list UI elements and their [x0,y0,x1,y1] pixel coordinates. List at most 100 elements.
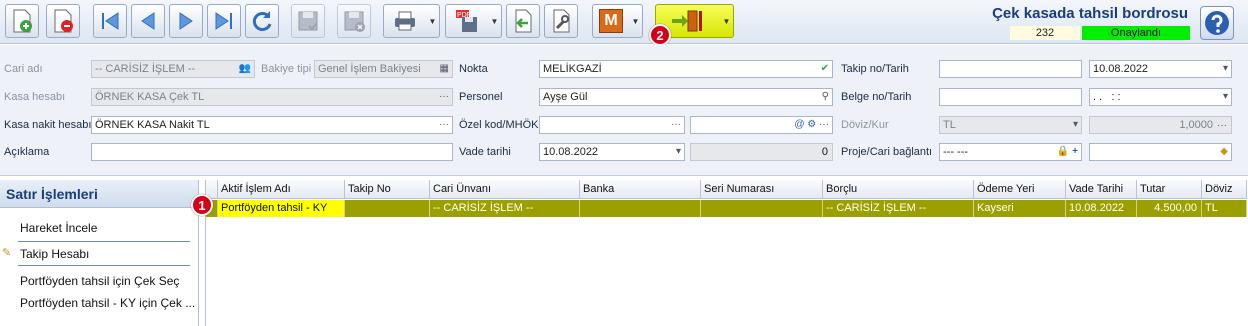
refresh-button[interactable] [245,4,279,38]
first-icon [102,12,119,30]
dropdown-icon: ▾ [1222,63,1228,74]
aciklama-label: Açıklama [4,146,50,158]
nokta-label: Nokta [459,63,488,75]
takip-date-field[interactable]: 10.08.2022 ▾ [1089,60,1232,78]
status-badge: Onaylandı [1082,26,1190,40]
doviz-label: Döviz/Kur [841,119,889,131]
table-cell[interactable]: 4.500,00 [1137,200,1202,217]
next-record-button[interactable] [169,4,203,38]
doviz-value: TL [943,119,956,131]
delete-button[interactable] [46,4,80,38]
dropdown-icon: ▾ [1072,119,1078,130]
kasa-nakit-label: Kasa nakit hesabı [4,119,92,131]
panel-item-hareket-incele[interactable]: Hareket İncele [20,221,97,235]
settings-button[interactable] [544,4,578,38]
column-header[interactable]: Takip No [345,180,430,199]
people-icon: 👥 [238,63,251,74]
belge-date-field[interactable]: . . : : ▾ [1089,88,1232,106]
panel-item-ky-cek[interactable]: Portföyden tahsil - KY için Çek ... [20,296,195,310]
vade-label: Vade tarihi [459,146,511,158]
pdf-dropdown[interactable]: ▼ [488,4,502,38]
column-header[interactable]: Döviz [1202,180,1247,199]
belge-no-field[interactable] [939,88,1082,106]
bakiye-field[interactable]: Genel İşlem Bakiyesi ▦ [314,60,453,78]
row-actions-panel: Satır İşlemleri Hareket İncele ✎ Takip H… [0,180,199,326]
column-header[interactable]: Vade Tarihi [1066,180,1137,199]
dropdown-icon: ▾ [675,146,681,157]
vade-field[interactable]: 10.08.2022 ▾ [539,143,685,161]
cancel-save-button[interactable] [337,4,371,38]
last-record-button[interactable] [207,4,241,38]
callout-badge-1: 1 [191,194,213,216]
table-cell[interactable]: TL [1202,200,1247,217]
personel-field[interactable]: Ayşe Gül ⚲ [539,88,833,106]
toolbar: ▼ PDF ▼ M ▼ ▼ Çek kasada tahsil bordrosu… [0,0,1248,44]
cari-field[interactable]: -- CARİSİZ İŞLEM -- 👥 [91,60,255,78]
panel-item-cek-sec[interactable]: Portföyden tahsil için Çek Seç [20,274,179,288]
cancel-save-icon [344,11,365,32]
pdf-export-button[interactable]: PDF [445,4,489,38]
proje-field[interactable]: --- --- 🔒 + [939,143,1082,161]
mhok-field[interactable]: @ ⚙ ··· [690,116,833,134]
new-button[interactable] [5,4,39,38]
column-header[interactable]: Tutar [1137,180,1202,199]
kasa-nakit-field[interactable]: ÖRNEK KASA Nakit TL ··· [91,116,453,134]
table-cell[interactable] [701,200,823,217]
column-header[interactable]: Aktif İşlem Adı [218,180,345,199]
check-icon: ✔ [820,63,829,74]
column-header[interactable]: Cari Ünvanı [430,180,580,199]
first-record-button[interactable] [93,4,127,38]
doviz-field[interactable]: TL ▾ [939,116,1082,134]
ozel-label: Özel kod/MHÖK [459,119,539,131]
m-button[interactable]: M [592,4,630,38]
table-cell[interactable] [345,200,430,217]
nokta-value: MELİKGAZİ [543,63,602,75]
ozel-field[interactable]: ··· [539,116,685,134]
bakiye-value: Genel İşlem Bakiyesi [318,63,421,75]
table-cell[interactable]: Kayseri [974,200,1066,217]
print-button[interactable] [383,4,427,38]
previous-record-button[interactable] [131,4,165,38]
panel-divider [18,265,190,266]
column-header[interactable]: Borçlu [823,180,974,199]
column-header[interactable]: Seri Numarası [701,180,823,199]
print-dropdown[interactable]: ▼ [426,4,440,38]
calendar-icon: ▦ [439,63,449,74]
ellipsis-icon: ··· [671,119,681,130]
delete-document-icon [54,9,73,33]
document-title: Çek kasada tahsil bordrosu [992,5,1188,22]
aciklama-field[interactable] [91,143,453,161]
table-cell[interactable] [580,200,701,217]
save-button[interactable] [291,4,325,38]
help-icon [1205,11,1229,35]
pdf-save-icon: PDF [456,10,477,32]
column-header[interactable]: Banka [580,180,701,199]
dropdown-icon: ▾ [1222,91,1228,102]
return-button[interactable] [506,4,540,38]
table-cell[interactable]: -- CARİSİZ İŞLEM -- [823,200,974,217]
header-form: Cari adı -- CARİSİZ İŞLEM -- 👥 Bakiye tip… [0,45,1248,176]
transfer-dropdown[interactable]: ▼ [720,4,734,38]
proje-label: Proje/Cari bağlantı [841,146,933,158]
panel-divider [18,241,190,242]
nokta-field[interactable]: MELİKGAZİ ✔ [539,60,833,78]
document-number: 232 [1010,26,1080,40]
table-cell[interactable]: -- CARİSİZ İŞLEM -- [430,200,580,217]
table-cell[interactable]: 10.08.2022 [1066,200,1137,217]
person-search-icon: ⚲ [821,91,829,102]
printer-icon [395,11,415,31]
proje-cari-field[interactable]: ◆ [1089,143,1232,161]
m-dropdown[interactable]: ▼ [629,4,643,38]
next-icon [179,12,193,30]
belge-date-value: . . : : [1093,91,1121,103]
ellipsis-icon: ··· [1217,120,1227,131]
takip-no-field[interactable] [939,60,1082,78]
callout-badge-2: 2 [649,24,671,46]
ellipsis-icon: ··· [439,91,449,102]
panel-item-takip-hesabi[interactable]: Takip Hesabı [20,247,89,261]
kasa-field[interactable]: ÖRNEK KASA Çek TL ··· [91,88,453,106]
table-cell[interactable]: Portföyden tahsil - KY [218,200,345,217]
wrench-document-icon [553,9,570,33]
column-header[interactable]: Ödeme Yeri [974,180,1066,199]
help-button[interactable] [1200,6,1234,40]
